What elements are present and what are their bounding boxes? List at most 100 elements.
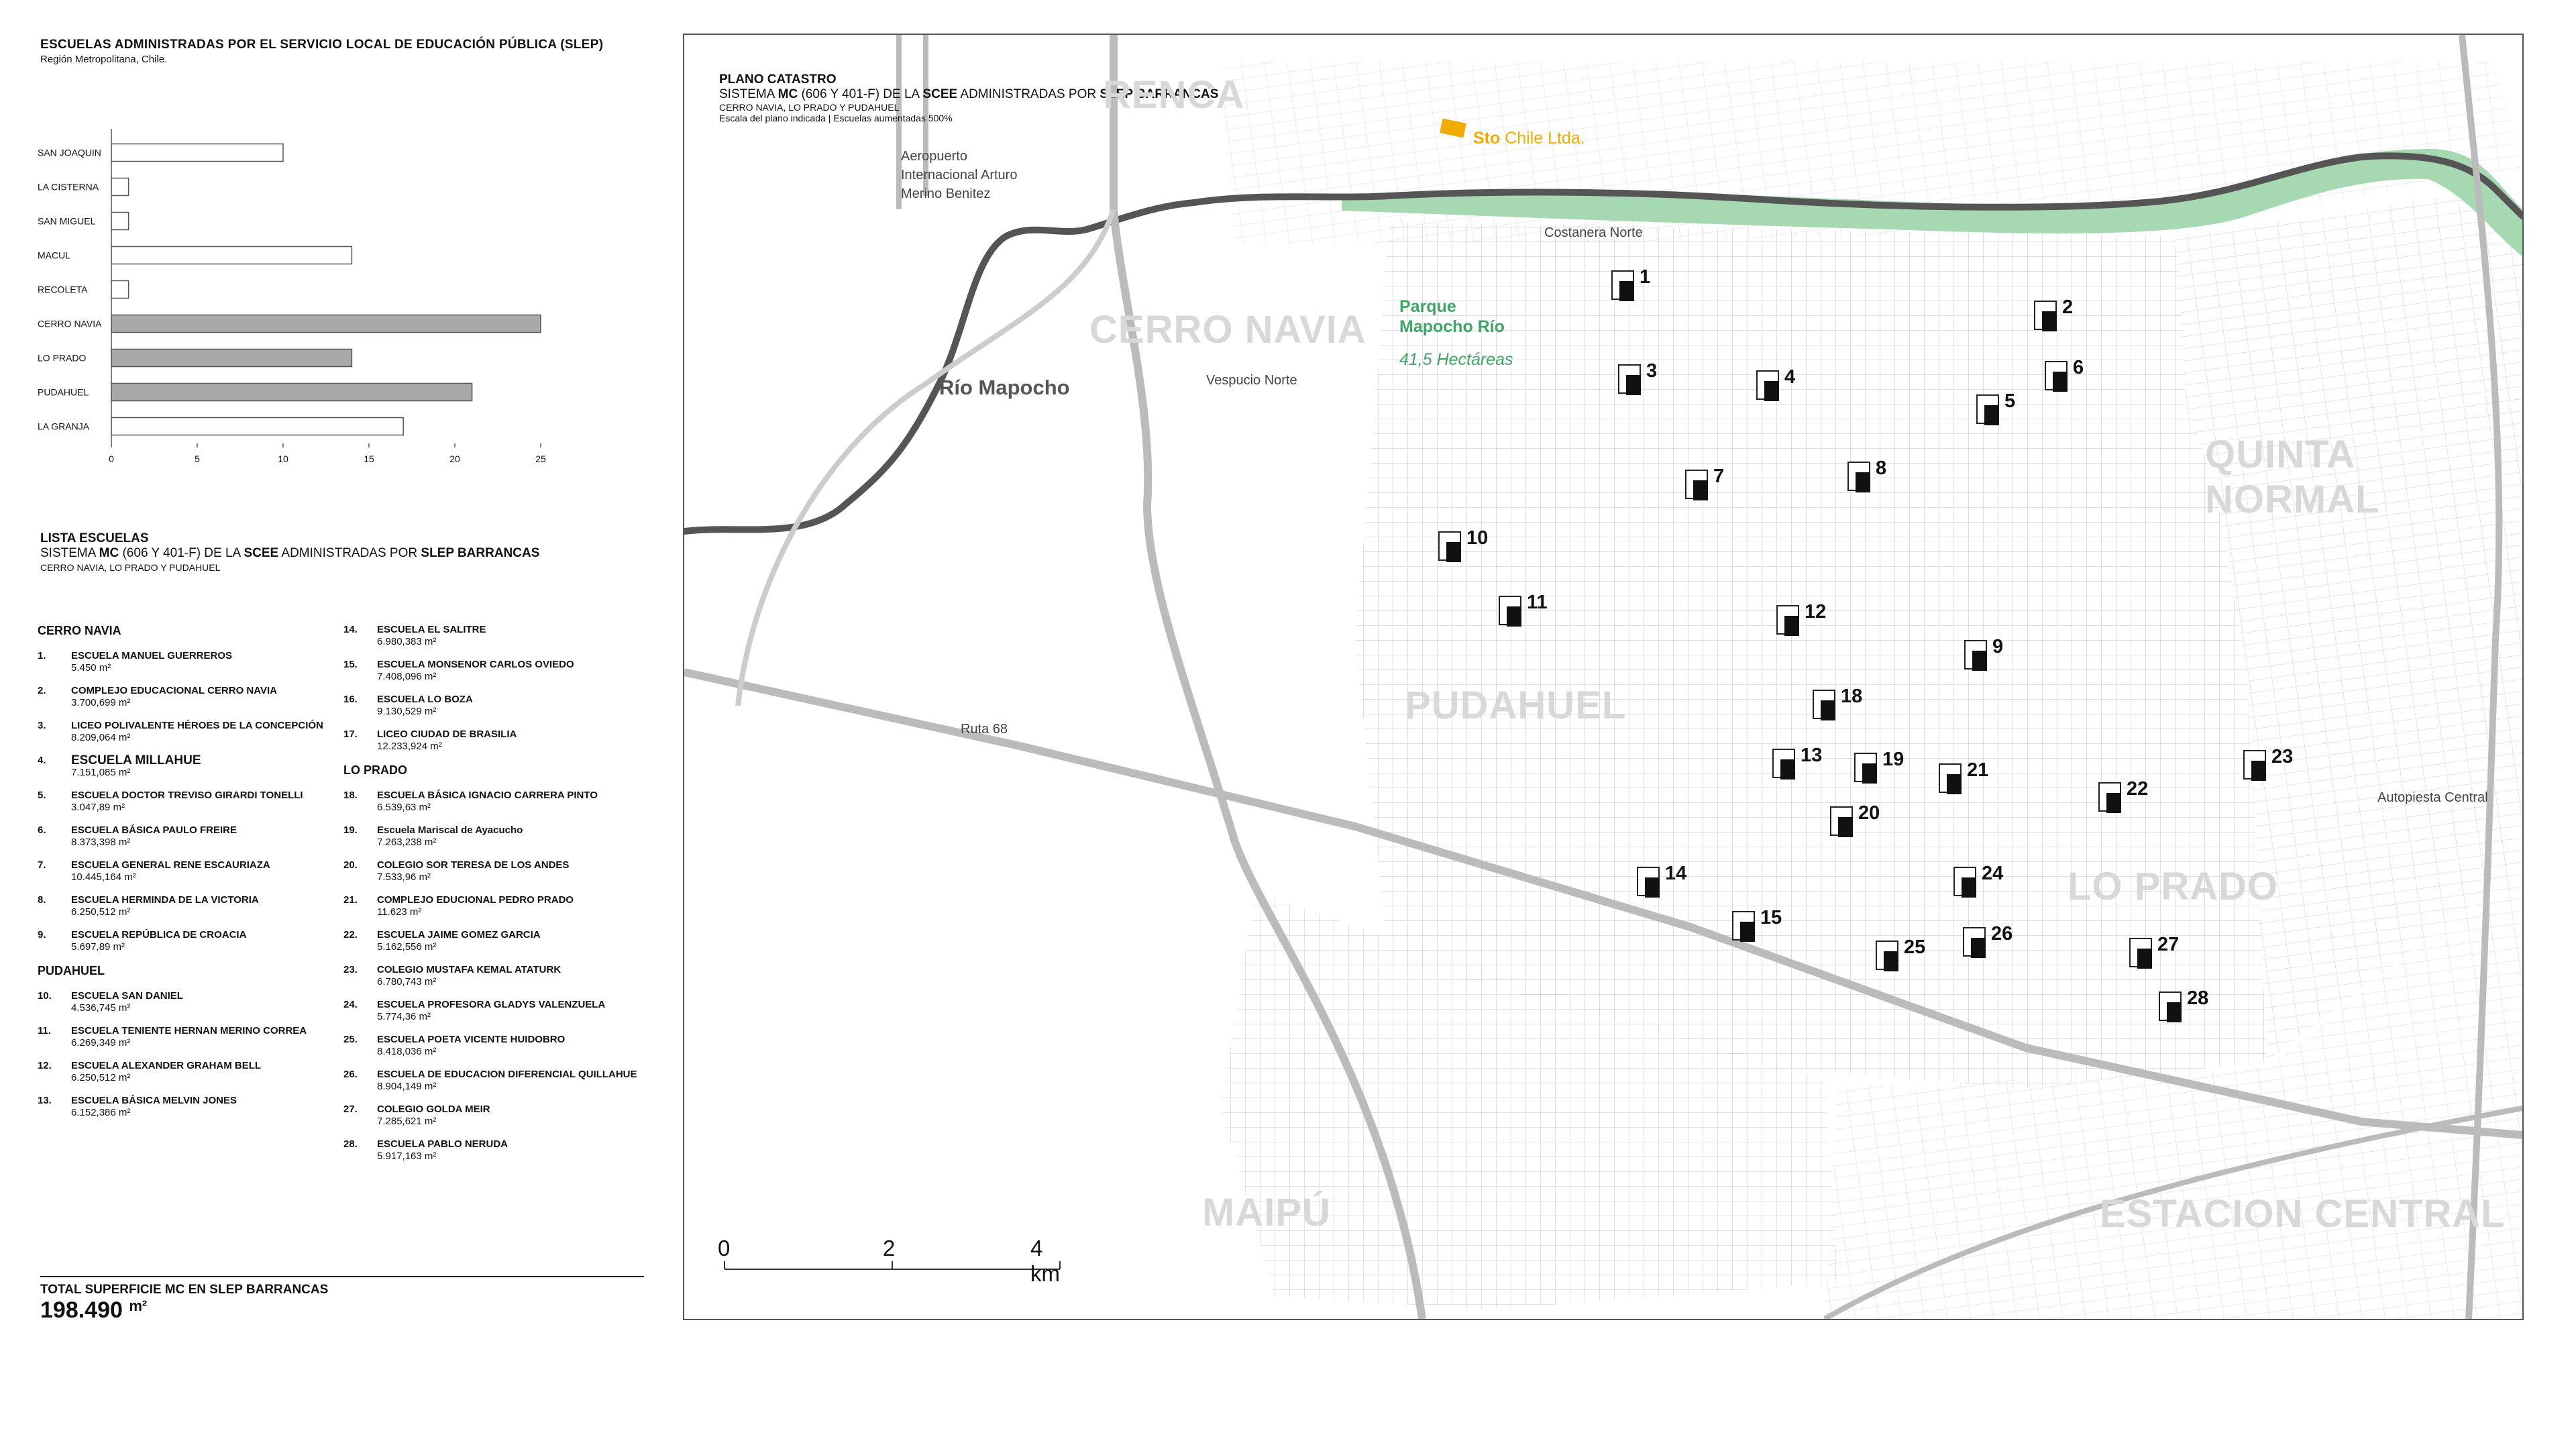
school-pin[interactable]: 14	[1637, 863, 1686, 898]
school-pin[interactable]: 19	[1854, 749, 1904, 784]
school-footprint-icon	[1953, 867, 1976, 898]
category-label: LA GRANJA	[38, 421, 90, 432]
school-pin[interactable]: 8	[1847, 458, 1886, 492]
school-item: 12. ESCUELA ALEXANDER GRAHAM BELL 6.250,51…	[38, 1060, 262, 1083]
school-footprint-icon	[2243, 750, 2266, 781]
school-pin[interactable]: 26	[1963, 923, 2012, 958]
school-pin[interactable]: 9	[1964, 636, 2003, 671]
school-pin[interactable]: 13	[1772, 745, 1822, 780]
school-pin[interactable]: 12	[1776, 601, 1826, 636]
school-footprint-icon	[2159, 991, 2182, 1022]
school-list-column-1: CERRO NAVIA 1. ESCUELA MANUEL GUERREROS 5.…	[38, 624, 353, 1130]
school-item: 10. ESCUELA SAN DANIEL 4.536,745 m²	[38, 990, 183, 1014]
school-item: 13. ESCUELA BÁSICA MELVIN JONES 6.152,386 …	[38, 1095, 237, 1118]
school-pin[interactable]: 6	[2045, 357, 2084, 392]
bar	[111, 143, 284, 162]
total-value: 198.490 m²	[40, 1297, 148, 1323]
school-pin[interactable]: 28	[2159, 987, 2208, 1022]
school-footprint-icon	[1976, 394, 1999, 425]
school-pin[interactable]: 4	[1756, 366, 1795, 401]
label-autopista-central: Autopiesta Central	[2377, 790, 2488, 805]
school-footprint-icon	[1854, 753, 1877, 784]
school-item: 14. ESCUELA EL SALITRE 6.980,383 m²	[343, 624, 486, 647]
school-pin[interactable]: 15	[1732, 907, 1782, 942]
school-footprint-icon	[1499, 596, 1521, 627]
commune-estacion-central: ESTACION CENTRAL	[2100, 1192, 2506, 1236]
category-label: PUDAHUEL	[38, 387, 89, 398]
school-pin[interactable]: 24	[1953, 863, 2003, 898]
school-pin[interactable]: 27	[2129, 934, 2179, 969]
school-pin[interactable]: 10	[1438, 527, 1488, 562]
commune-lo-prado: LO PRADO	[2068, 865, 2279, 908]
school-pin[interactable]: 3	[1618, 360, 1657, 395]
list-title: LISTA ESCUELAS	[40, 531, 149, 545]
school-item: 28. ESCUELA PABLO NERUDA 5.917,163 m²	[343, 1138, 508, 1162]
school-item: 1. ESCUELA MANUEL GUERREROS 5.450 m²	[38, 650, 233, 674]
school-item: 7. ESCUELA GENERAL RENE ESCAURIAZA 10.445,…	[38, 859, 270, 883]
school-item: 15. ESCUELA MONSENOR CARLOS OVIEDO 7.408,0…	[343, 659, 574, 682]
section-pudahuel: PUDAHUEL	[38, 964, 105, 977]
school-item: 22. ESCUELA JAIME GOMEZ GARCIA 5.162,556 m…	[343, 929, 541, 953]
label-rio-mapocho: Río Mapocho	[939, 376, 1070, 399]
school-footprint-icon	[1637, 867, 1660, 898]
school-pin[interactable]: 21	[1939, 759, 1988, 794]
school-item: 24. ESCUELA PROFESORA GLADYS VALENZUELA 5.…	[343, 999, 606, 1022]
left-panel: ESCUELAS ADMINISTRADAS POR EL SERVICIO L…	[0, 0, 671, 1449]
bar	[111, 417, 404, 436]
school-footprint-icon	[1611, 270, 1634, 301]
school-pin[interactable]: 25	[1876, 936, 1925, 971]
category-label: SAN JOAQUIN	[38, 148, 101, 158]
road-west-curve	[735, 208, 1116, 706]
school-footprint-icon	[1964, 640, 1987, 671]
school-pin[interactable]: 23	[2243, 746, 2293, 781]
school-footprint-icon	[2045, 361, 2068, 392]
tick-label: 10	[278, 453, 288, 464]
tick-label: 20	[449, 453, 460, 464]
school-footprint-icon	[1685, 470, 1708, 500]
chart-title: ESCUELAS ADMINISTRADAS POR EL SERVICIO L…	[40, 38, 604, 52]
school-footprint-icon	[2129, 938, 2152, 969]
list-subtitle-communes: CERRO NAVIA, LO PRADO Y PUDAHUEL	[40, 562, 221, 573]
school-pin[interactable]: 20	[1830, 802, 1880, 837]
label-vespucio-norte: Vespucio Norte	[1206, 373, 1297, 388]
school-list-column-2: 14. ESCUELA EL SALITRE 6.980,383 m² 15. ESC…	[343, 624, 659, 1173]
school-item: 3. LICEO POLIVALENTE HÉROES DE LA CONCEPC…	[38, 720, 323, 743]
category-label: LA CISTERNA	[38, 182, 99, 193]
bar	[111, 211, 129, 231]
school-pin[interactable]: 11	[1499, 592, 1548, 627]
commune-maipu: MAIPÚ	[1202, 1191, 1331, 1234]
list-subtitle: SISTEMA MC (606 Y 401-F) DE LA SCEE ADMI…	[40, 546, 540, 560]
section-lo-prado: LO PRADO	[343, 763, 408, 777]
school-footprint-icon	[1813, 690, 1835, 720]
school-item: 2. COMPLEJO EDUCACIONAL CERRO NAVIA 3.700,…	[38, 685, 277, 708]
school-footprint-icon	[1756, 370, 1779, 401]
label-aeropuerto-2: Internacional Arturo	[901, 168, 1018, 182]
school-pin[interactable]: 22	[2098, 778, 2148, 813]
school-footprint-icon	[2098, 782, 2121, 813]
school-item: 9. ESCUELA REPÚBLICA DE CROACIA 5.697,89 m…	[38, 929, 247, 953]
total-divider	[40, 1276, 644, 1277]
school-pin[interactable]: 7	[1685, 466, 1724, 500]
tick-label: 0	[109, 453, 114, 464]
school-footprint-icon	[1876, 941, 1898, 971]
school-pin[interactable]: 5	[1976, 390, 2015, 425]
label-ruta-68: Ruta 68	[961, 722, 1008, 737]
school-item: 6. ESCUELA BÁSICA PAULO FREIRE 8.373,398 m…	[38, 824, 237, 848]
school-item: 23. COLEGIO MUSTAFA KEMAL ATATURK 6.780,74…	[343, 964, 561, 987]
school-item: 18. ESCUELA BÁSICA IGNACIO CARRERA PINTO 6…	[343, 790, 598, 813]
label-park-area: 41,5 Hectáreas	[1399, 350, 1513, 369]
school-item: 21. COMPLEJO EDUCIONAL PEDRO PRADO 11.623 …	[343, 894, 574, 918]
scale-0: 0	[718, 1236, 731, 1260]
school-footprint-icon	[2034, 301, 2057, 331]
school-pin[interactable]: 1	[1611, 266, 1650, 301]
school-footprint-icon	[1732, 911, 1755, 942]
school-item: 11. ESCUELA TENIENTE HERNAN MERINO CORREA…	[38, 1025, 307, 1049]
school-pin[interactable]: 18	[1813, 686, 1862, 720]
school-pin[interactable]: 2	[2034, 297, 2073, 331]
cadastral-map: PLANO CATASTRO SISTEMA MC (606 Y 401-F) …	[683, 34, 2524, 1320]
bar	[111, 177, 129, 197]
school-footprint-icon	[1438, 531, 1461, 562]
bar	[111, 246, 353, 265]
school-item: 27. COLEGIO GOLDA MEIR 7.285,621 m²	[343, 1104, 490, 1127]
chart-subtitle: Región Metropolitana, Chile.	[40, 54, 168, 65]
